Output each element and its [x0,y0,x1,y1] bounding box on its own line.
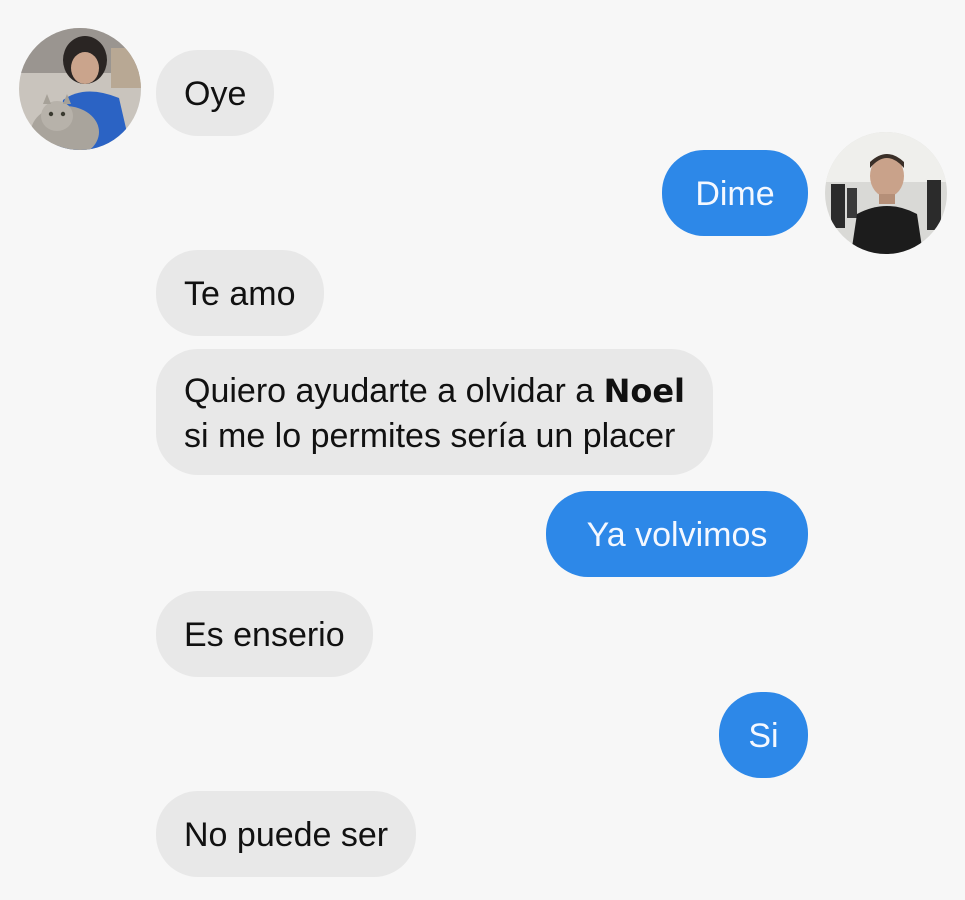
mentioned-name: Noel [603,372,686,410]
message-text: Si [748,717,779,755]
message-bubble-received[interactable]: Oye [156,50,275,136]
message-bubble-sent[interactable]: Ya volvimos [546,491,808,577]
message-text: Oye [184,75,247,113]
message-line-2: si me lo permites sería un placer [184,417,676,455]
message-bubble-received[interactable]: No puede ser [156,791,417,877]
message-bubble-received[interactable]: Es enserio [156,591,373,677]
message-text: Quiero ayudarte a olvidar a [184,372,604,410]
message-bubble-sent[interactable]: Si [719,692,808,778]
message-text: Te amo [184,275,296,313]
message-text: Es enserio [184,616,345,654]
contact-avatar[interactable] [19,28,141,150]
message-bubble-sent[interactable]: Dime [662,150,808,236]
message-text: Ya volvimos [586,516,768,554]
message-line-1: Quiero ayudarte a olvidar a Noel [184,369,685,414]
message-bubble-received[interactable]: Quiero ayudarte a olvidar a Noel si me l… [156,349,714,475]
message-text: Dime [695,175,775,213]
chat-thread: Oye Dime Te amo Quiero ayudarte a olvida… [0,0,965,900]
message-text: No puede ser [184,816,389,854]
message-bubble-received[interactable]: Te amo [156,250,324,336]
self-avatar[interactable] [825,132,947,254]
contact-photo-icon [19,28,141,150]
self-photo-icon [825,132,947,254]
